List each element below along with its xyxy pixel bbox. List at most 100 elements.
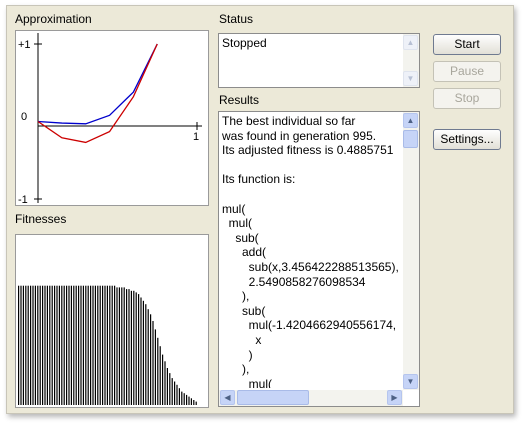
status-scroll-up-icon[interactable]: ▲ [403, 35, 418, 50]
status-scroll-down-icon[interactable]: ▼ [403, 71, 418, 86]
fitness-bar [176, 384, 178, 405]
fitness-bar [97, 285, 99, 405]
fitness-bar [102, 285, 104, 405]
fitness-bar [123, 287, 125, 405]
fitness-bar [135, 292, 137, 405]
fitnesses-plot [18, 285, 197, 405]
fitness-bar [174, 381, 176, 405]
fitness-bar [30, 285, 32, 405]
fitness-bar [118, 287, 120, 405]
fitness-bar [99, 285, 101, 405]
results-scroll-down-icon[interactable]: ▼ [403, 374, 418, 389]
fitness-bar [54, 285, 56, 405]
fitness-bar [133, 290, 135, 405]
fitness-bar [152, 321, 154, 405]
y-tick-label-zero: 0 [21, 111, 27, 123]
fitness-bar [56, 285, 58, 405]
fitness-bar [162, 354, 164, 405]
fitness-bar [85, 285, 87, 405]
fitness-bar [58, 285, 60, 405]
results-hscrollbar[interactable]: ◀ ▶ [219, 390, 403, 406]
fitness-bar [106, 285, 108, 405]
fitness-bar [150, 314, 152, 405]
fitness-bar [188, 396, 190, 405]
fitness-bar [49, 285, 51, 405]
approximation-chart: +1 0 -1 1 [15, 30, 209, 206]
fitness-bar [94, 285, 96, 405]
fitness-bar [80, 285, 82, 405]
results-textarea[interactable]: The best individual so far was found in … [218, 111, 420, 407]
stop-button[interactable]: Stop [433, 88, 501, 109]
fitness-bar [82, 285, 84, 405]
results-scroll-right-icon[interactable]: ▶ [387, 390, 402, 405]
fitness-bar [159, 346, 161, 405]
fitness-bar [178, 388, 180, 405]
pause-button[interactable]: Pause [433, 61, 501, 82]
fitness-bar [66, 285, 68, 405]
fitness-bar [51, 285, 53, 405]
results-scroll-up-icon[interactable]: ▲ [403, 113, 418, 128]
fitness-bar [145, 304, 147, 405]
fitness-bar [44, 285, 46, 405]
approximation-series-2 [37, 43, 158, 144]
fitness-bar [46, 285, 48, 405]
fitness-bar [164, 361, 166, 405]
fitness-bar [18, 285, 20, 405]
fitness-bar [75, 285, 77, 405]
fitness-bar [130, 290, 132, 405]
fitness-bar [111, 285, 113, 405]
fitness-bar [166, 368, 168, 405]
status-text: Stopped [222, 36, 267, 50]
fitness-bar [140, 297, 142, 405]
fitness-bar [39, 285, 41, 405]
results-scroll-left-icon[interactable]: ◀ [220, 390, 235, 405]
fitness-bar [70, 285, 72, 405]
results-hscroll-thumb[interactable] [237, 390, 309, 405]
fitness-bar [128, 289, 130, 405]
results-vscrollbar[interactable]: ▲ ▼ [403, 112, 419, 390]
fitness-bar [114, 285, 116, 405]
fitness-bar [181, 391, 183, 405]
fitness-bar [63, 285, 65, 405]
approximation-plot: +1 0 -1 1 [18, 33, 202, 205]
main-window: Approximation +1 0 -1 1 Fitnesses Status… [6, 5, 514, 414]
fitness-bar [186, 394, 188, 405]
fitness-bar [104, 285, 106, 405]
fitness-bar [78, 285, 80, 405]
fitness-bar [25, 285, 27, 405]
fitness-bar [20, 285, 22, 405]
y-tick-label-bottom: -1 [18, 194, 28, 205]
fitness-bar [195, 401, 197, 405]
fitness-bar [169, 373, 171, 405]
fitness-bar [27, 285, 29, 405]
fitnesses-label: Fitnesses [15, 212, 67, 226]
fitness-bar [116, 287, 118, 405]
results-text: The best individual so far was found in … [222, 114, 399, 388]
fitness-bar [92, 285, 94, 405]
fitness-bar [126, 289, 128, 405]
fitness-bar [157, 337, 159, 405]
results-label: Results [219, 93, 260, 107]
results-vscroll-thumb[interactable] [403, 130, 418, 148]
fitness-bar [121, 287, 123, 405]
fitnesses-chart [15, 234, 209, 408]
fitness-bar [109, 285, 111, 405]
fitness-bar [147, 309, 149, 405]
fitness-bar [154, 329, 156, 405]
status-textarea[interactable]: Stopped ▲ ▼ [218, 33, 420, 88]
fitness-bar [37, 285, 39, 405]
fitness-bar [42, 285, 44, 405]
fitness-bar [87, 285, 89, 405]
fitness-bar [73, 285, 75, 405]
status-scrollbar[interactable]: ▲ ▼ [403, 34, 419, 87]
y-tick-label-top: +1 [18, 39, 31, 51]
x-tick-label: 1 [193, 131, 199, 143]
fitness-bar [34, 285, 36, 405]
fitness-bar [190, 398, 192, 405]
start-button[interactable]: Start [433, 34, 501, 55]
fitness-bar [183, 393, 185, 405]
fitness-bar [90, 285, 92, 405]
fitness-bar [138, 294, 140, 405]
status-label: Status [219, 12, 254, 26]
settings-button[interactable]: Settings... [433, 129, 501, 150]
